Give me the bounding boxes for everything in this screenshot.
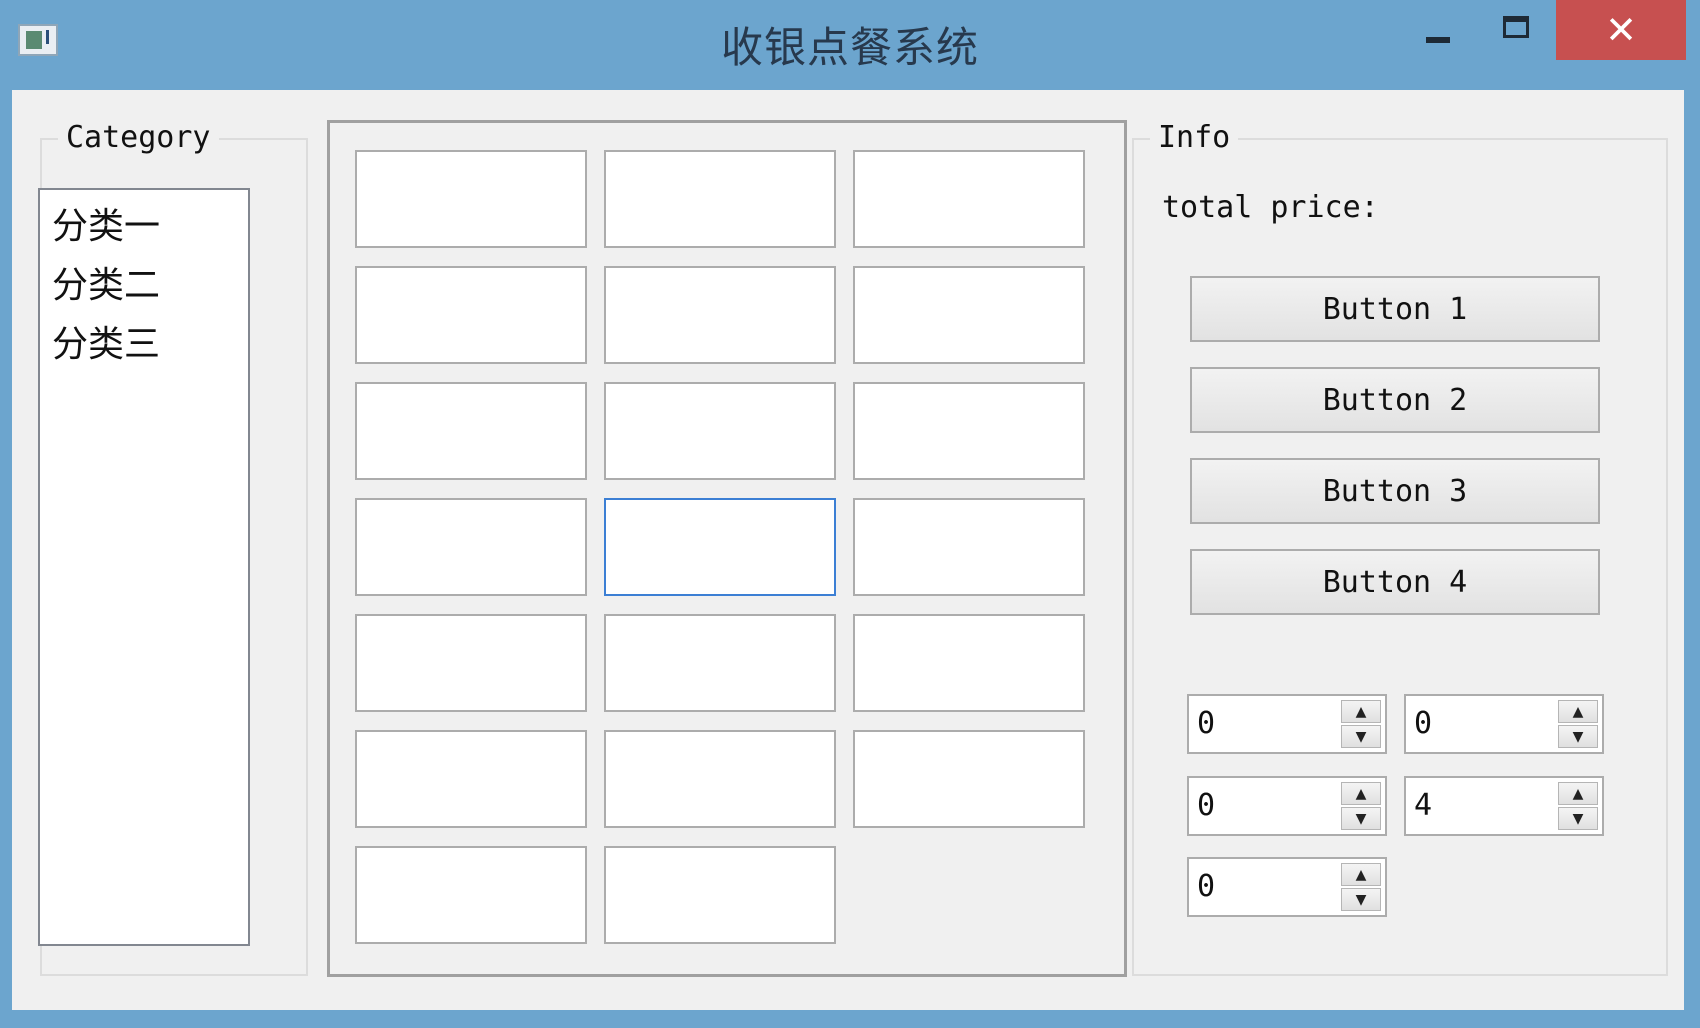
menu-cell[interactable] [853, 614, 1085, 712]
menu-cell[interactable] [355, 150, 587, 248]
menu-cell[interactable] [355, 498, 587, 596]
menu-cell[interactable] [853, 266, 1085, 364]
category-list[interactable]: 分类一 分类二 分类三 [38, 188, 250, 946]
category-group-title: Category [58, 120, 219, 155]
total-price-label: total price: [1162, 190, 1379, 225]
menu-cell[interactable] [355, 266, 587, 364]
button-3[interactable]: Button 3 [1190, 458, 1600, 524]
spinbox-value[interactable]: 0 [1197, 869, 1215, 904]
menu-cell[interactable] [604, 382, 836, 480]
button-4[interactable]: Button 4 [1190, 549, 1600, 615]
menu-cell[interactable] [604, 150, 836, 248]
spin-up-icon[interactable]: ▲ [1558, 700, 1598, 723]
menu-cell[interactable] [604, 266, 836, 364]
client-area: Category 分类一 分类二 分类三 Info total price: B… [12, 90, 1684, 1010]
menu-cell[interactable] [853, 150, 1085, 248]
spin-down-icon[interactable]: ▼ [1558, 725, 1598, 748]
spin-down-icon[interactable]: ▼ [1341, 725, 1381, 748]
minimize-icon [1426, 37, 1450, 43]
category-item[interactable]: 分类一 [40, 200, 248, 259]
menu-cell[interactable] [355, 382, 587, 480]
menu-cell[interactable] [853, 730, 1085, 828]
spinbox[interactable]: 0 ▲ ▼ [1187, 857, 1387, 917]
close-icon: ✕ [1605, 8, 1637, 52]
menu-cell[interactable] [604, 846, 836, 944]
spin-up-icon[interactable]: ▲ [1558, 782, 1598, 805]
minimize-button[interactable] [1408, 0, 1468, 60]
spin-down-icon[interactable]: ▼ [1558, 807, 1598, 830]
spin-down-icon[interactable]: ▼ [1341, 888, 1381, 911]
button-2[interactable]: Button 2 [1190, 367, 1600, 433]
maximize-icon [1503, 16, 1529, 38]
menu-cell[interactable] [355, 846, 587, 944]
menu-grid [327, 120, 1127, 977]
close-button[interactable]: ✕ [1556, 0, 1686, 60]
menu-cell[interactable] [604, 614, 836, 712]
spinbox-value[interactable]: 4 [1414, 788, 1432, 823]
info-group-title: Info [1150, 120, 1239, 155]
category-item[interactable]: 分类二 [40, 259, 248, 318]
spinbox[interactable]: 0 ▲ ▼ [1404, 694, 1604, 754]
spinbox-value[interactable]: 0 [1197, 788, 1215, 823]
spinbox[interactable]: 0 ▲ ▼ [1187, 776, 1387, 836]
button-1[interactable]: Button 1 [1190, 276, 1600, 342]
menu-cell-focused[interactable] [604, 498, 836, 596]
menu-cell[interactable] [853, 498, 1085, 596]
spinbox-value[interactable]: 0 [1197, 706, 1215, 741]
spin-up-icon[interactable]: ▲ [1341, 782, 1381, 805]
app-window: 收银点餐系统 ✕ Category 分类一 分类二 分类三 Info total… [0, 0, 1700, 1028]
category-item[interactable]: 分类三 [40, 318, 248, 377]
spin-up-icon[interactable]: ▲ [1341, 700, 1381, 723]
spin-down-icon[interactable]: ▼ [1341, 807, 1381, 830]
menu-cell[interactable] [604, 730, 836, 828]
title-bar[interactable]: 收银点餐系统 ✕ [0, 0, 1700, 88]
menu-cell[interactable] [355, 614, 587, 712]
spinbox[interactable]: 0 ▲ ▼ [1187, 694, 1387, 754]
spin-up-icon[interactable]: ▲ [1341, 863, 1381, 886]
maximize-button[interactable] [1486, 0, 1546, 60]
menu-cell[interactable] [355, 730, 587, 828]
spinbox[interactable]: 4 ▲ ▼ [1404, 776, 1604, 836]
menu-cell[interactable] [853, 382, 1085, 480]
spinbox-value[interactable]: 0 [1414, 706, 1432, 741]
